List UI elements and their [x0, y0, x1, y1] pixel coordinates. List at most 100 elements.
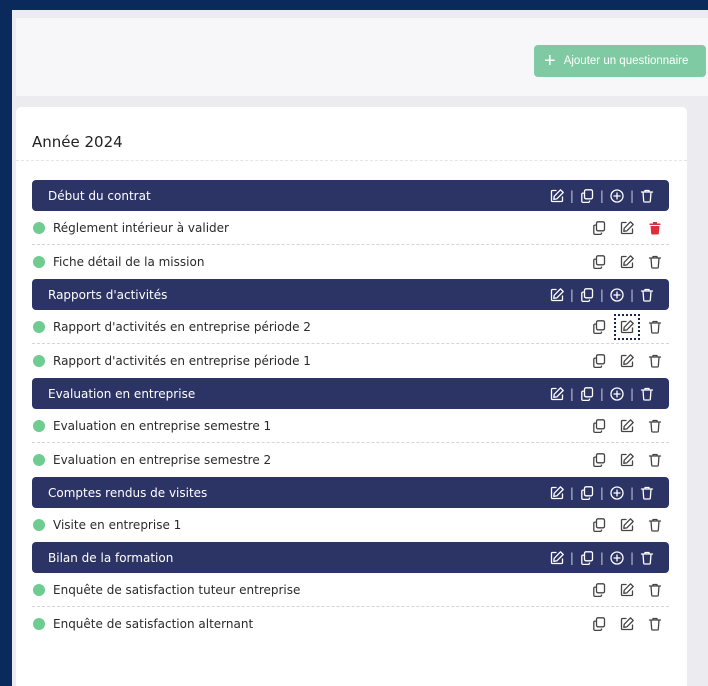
copy-icon[interactable] [579, 287, 595, 303]
separator: | [569, 386, 574, 401]
copy-icon[interactable] [591, 616, 607, 632]
section-actions: | | | [549, 485, 655, 501]
edit-icon[interactable] [549, 386, 565, 402]
list-item: Rapport d'activités en entreprise périod… [32, 310, 669, 344]
item-actions [591, 616, 663, 632]
separator: | [569, 550, 574, 565]
edit-icon[interactable] [619, 517, 635, 533]
copy-icon[interactable] [591, 452, 607, 468]
trash-icon[interactable] [647, 353, 663, 369]
section-title: Bilan de la formation [48, 550, 174, 565]
separator: | [629, 485, 634, 500]
separator: | [599, 386, 604, 401]
copy-icon[interactable] [579, 550, 595, 566]
trash-icon[interactable] [639, 485, 655, 501]
section-header: Début du contrat | | | [32, 180, 669, 211]
item-actions [591, 220, 663, 236]
item-label: Rapport d'activités en entreprise périod… [53, 354, 311, 368]
edit-icon[interactable] [619, 220, 635, 236]
item-actions [591, 452, 663, 468]
item-label: Fiche détail de la mission [53, 255, 205, 269]
separator: | [569, 485, 574, 500]
add-questionnaire-button[interactable]: + Ajouter un questionnaire [534, 45, 706, 77]
item-label: Evaluation en entreprise semestre 1 [53, 418, 272, 433]
edit-icon[interactable] [549, 287, 565, 303]
section: Bilan de la formation | | | Enquête de s… [32, 542, 669, 641]
trash-icon[interactable] [639, 287, 655, 303]
item-label: Rapport d'activités en entreprise périod… [53, 319, 311, 334]
section-title: Comptes rendus de visites [48, 485, 208, 500]
item-label: Visite en entreprise 1 [53, 518, 182, 532]
item-label: Evaluation en entreprise semestre 2 [53, 453, 272, 467]
section: Début du contrat | | | Réglement intérie… [32, 180, 669, 279]
plus-circle-icon[interactable] [609, 550, 625, 566]
section-actions: | | | [549, 386, 655, 402]
plus-circle-icon[interactable] [609, 485, 625, 501]
edit-icon[interactable] [619, 418, 635, 434]
trash-icon[interactable] [647, 418, 663, 434]
item-label: Enquête de satisfaction alternant [53, 617, 254, 631]
section: Rapports d'activités | | | Rapport d'act… [32, 279, 669, 378]
status-dot [33, 221, 45, 234]
trash-icon[interactable] [639, 386, 655, 402]
copy-icon[interactable] [591, 582, 607, 598]
copy-icon[interactable] [591, 517, 607, 533]
item-actions [591, 353, 663, 369]
copy-icon[interactable] [579, 386, 595, 402]
status-dot [33, 355, 45, 367]
trash-icon[interactable] [647, 220, 663, 236]
trash-icon[interactable] [647, 319, 663, 335]
trash-icon[interactable] [647, 254, 663, 270]
separator: | [599, 550, 604, 565]
status-dot [33, 419, 45, 432]
section-title: Evaluation en entreprise [48, 386, 196, 401]
status-dot [33, 583, 45, 596]
edit-icon[interactable] [614, 313, 640, 340]
trash-icon[interactable] [647, 452, 663, 468]
separator: | [569, 287, 574, 302]
app-frame: + Ajouter un questionnaire Année 2024 Dé… [12, 10, 708, 686]
status-dot [33, 519, 45, 531]
top-toolbar: + Ajouter un questionnaire [16, 18, 708, 96]
copy-icon[interactable] [591, 353, 607, 369]
edit-icon[interactable] [619, 452, 635, 468]
list-item: Enquête de satisfaction alternant [32, 607, 669, 641]
copy-icon[interactable] [579, 188, 595, 204]
item-actions [591, 418, 663, 434]
edit-icon[interactable] [549, 485, 565, 501]
edit-icon[interactable] [549, 550, 565, 566]
year-divider [16, 160, 687, 161]
copy-icon[interactable] [591, 418, 607, 434]
item-actions [591, 582, 663, 598]
copy-icon[interactable] [591, 220, 607, 236]
trash-icon[interactable] [639, 188, 655, 204]
trash-icon[interactable] [647, 616, 663, 632]
section: Evaluation en entreprise | | | Evaluatio… [32, 378, 669, 477]
section-header: Evaluation en entreprise | | | [32, 378, 669, 409]
separator: | [599, 287, 604, 302]
edit-icon[interactable] [619, 254, 635, 270]
separator: | [599, 485, 604, 500]
plus-circle-icon[interactable] [609, 386, 625, 402]
edit-icon[interactable] [549, 188, 565, 204]
status-dot [33, 454, 45, 466]
section-actions: | | | [549, 188, 655, 204]
trash-icon[interactable] [647, 517, 663, 533]
list-item: Enquête de satisfaction tuteur entrepris… [32, 573, 669, 607]
separator: | [629, 550, 634, 565]
edit-icon[interactable] [619, 582, 635, 598]
copy-icon[interactable] [579, 485, 595, 501]
year-card: Année 2024 Début du contrat | | | Réglem… [16, 107, 687, 686]
list-item: Fiche détail de la mission [32, 245, 669, 279]
edit-icon[interactable] [619, 353, 635, 369]
edit-icon[interactable] [619, 616, 635, 632]
trash-icon[interactable] [647, 582, 663, 598]
trash-icon[interactable] [639, 550, 655, 566]
item-actions [591, 254, 663, 270]
separator: | [629, 188, 634, 203]
copy-icon[interactable] [591, 319, 607, 335]
plus-circle-icon[interactable] [609, 188, 625, 204]
copy-icon[interactable] [591, 254, 607, 270]
plus-circle-icon[interactable] [609, 287, 625, 303]
section: Comptes rendus de visites | | | Visite e… [32, 477, 669, 542]
